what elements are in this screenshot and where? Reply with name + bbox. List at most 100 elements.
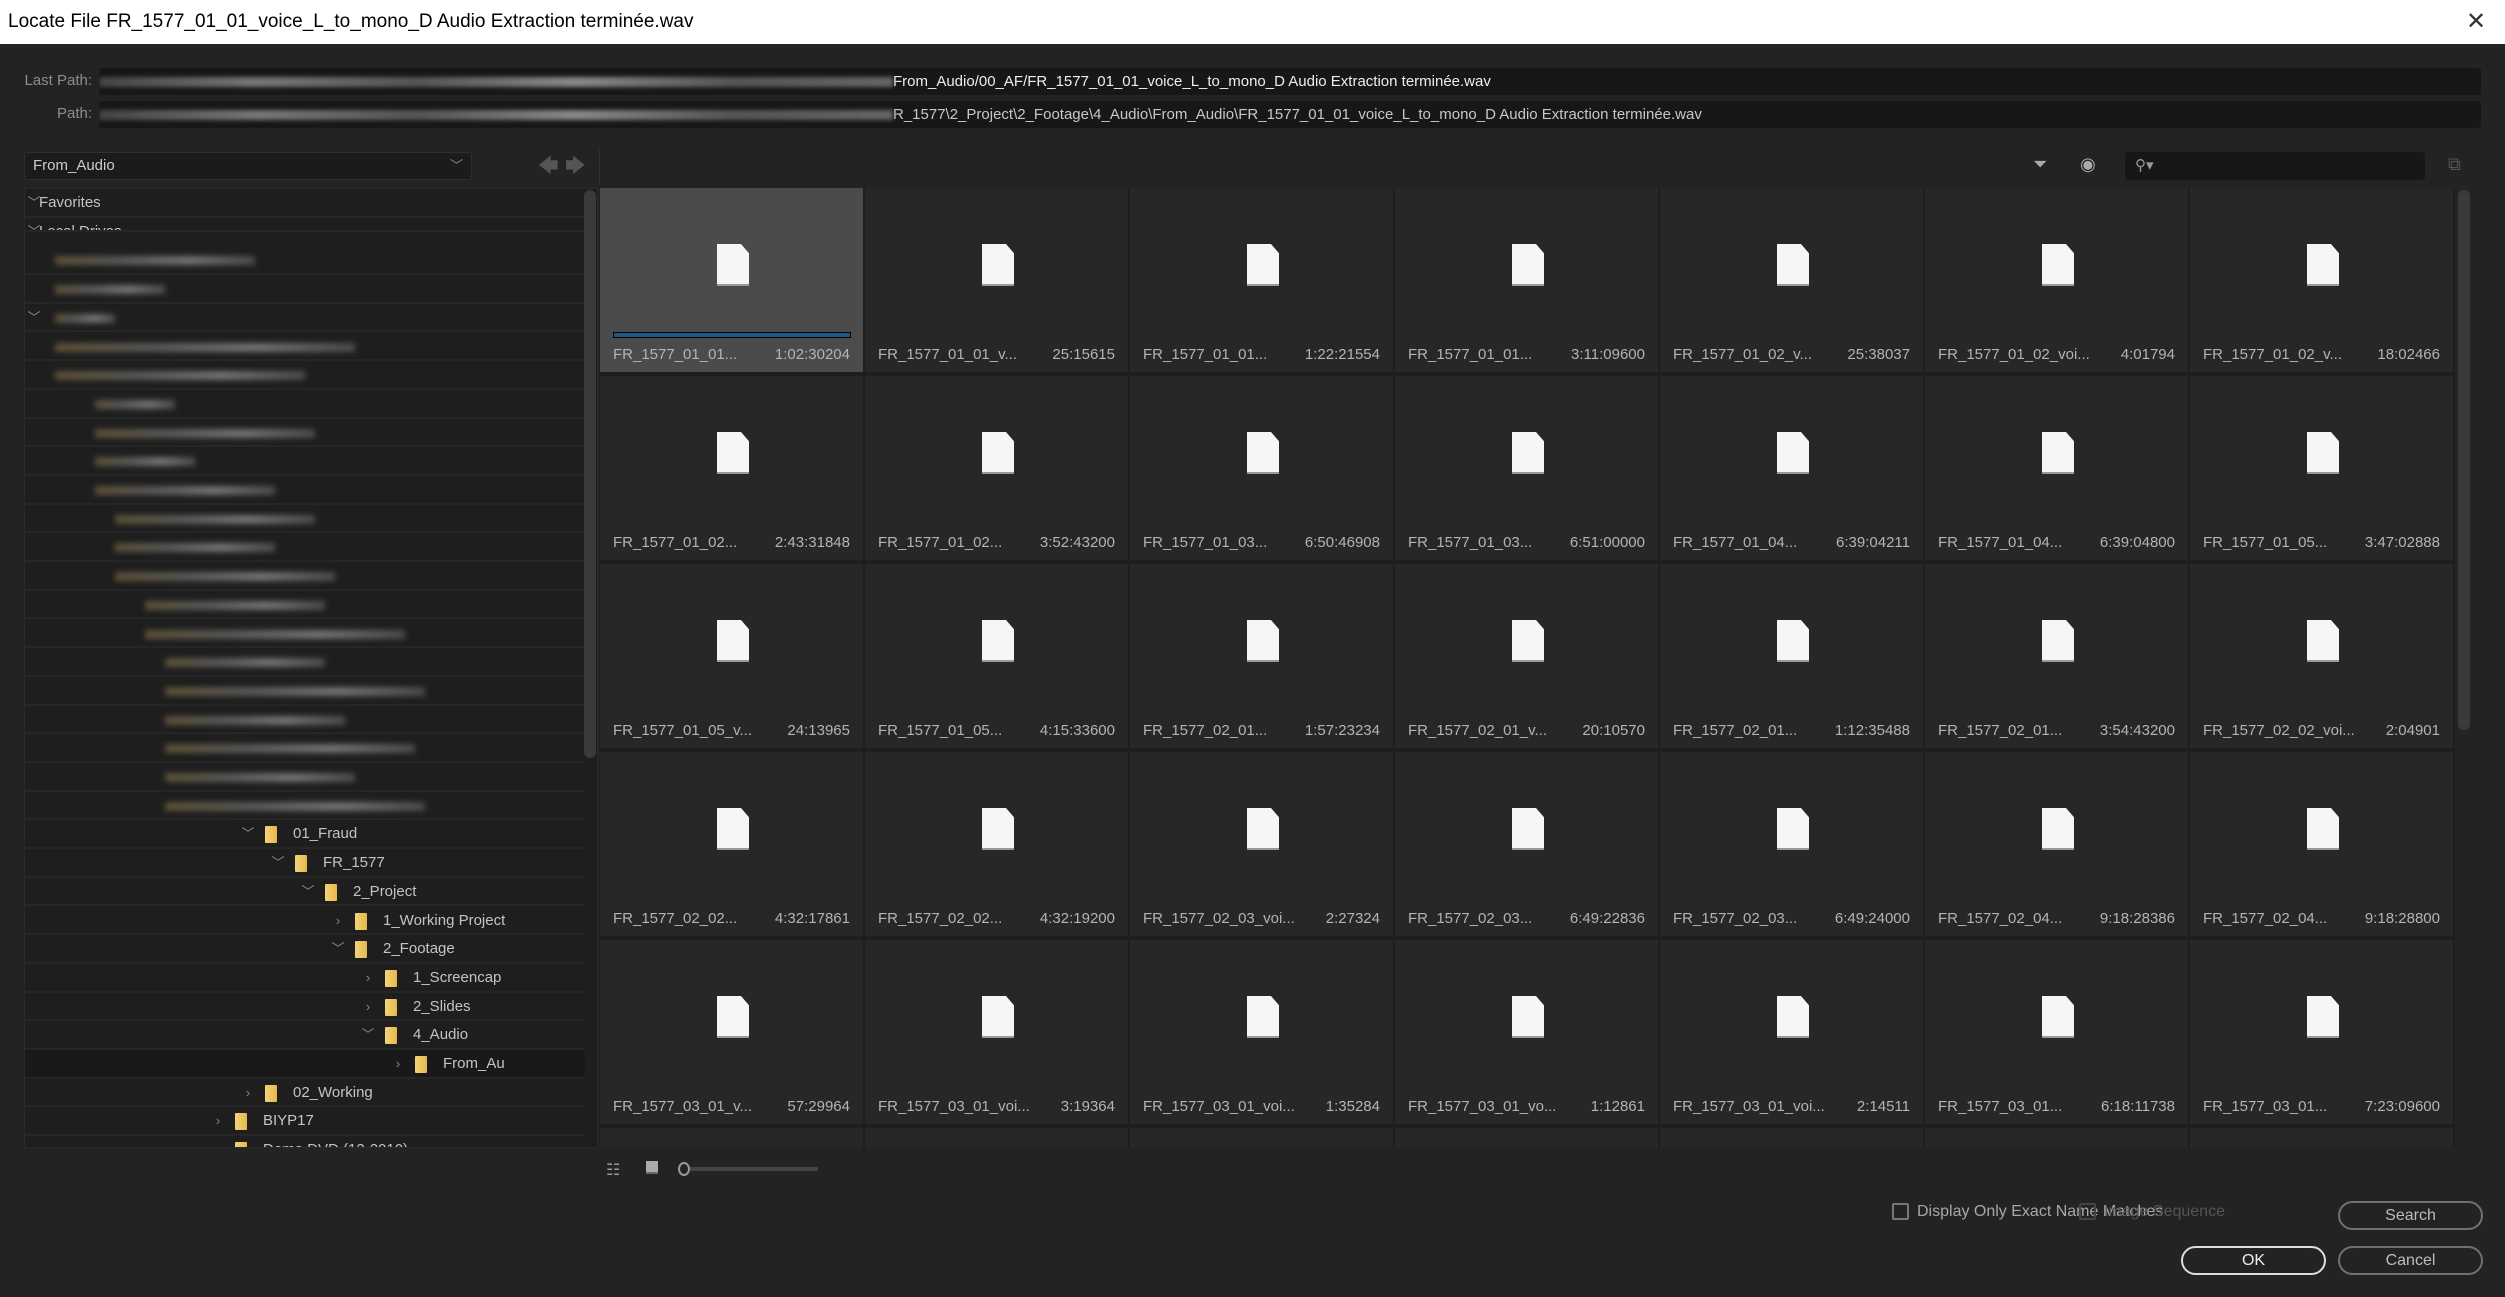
grid-scrollbar[interactable] [2458,190,2470,730]
file-item[interactable]: FR_1577_01_05... 3:47:02888 [2190,376,2454,562]
file-item[interactable]: FR_1577_02_01... 1:12:35488 [1660,564,1924,750]
file-item-partial[interactable] [1660,1128,1924,1148]
tree-item[interactable]: › 1_Screencap [25,964,585,993]
file-item[interactable]: FR_1577_01_01_v... 25:15615 [865,188,1129,374]
search-button[interactable]: Search [2338,1201,2483,1230]
tree-item-redacted[interactable] [25,361,585,390]
eye-icon[interactable]: ◉ [2080,154,2096,175]
file-item[interactable]: FR_1577_01_05_v... 24:13965 [600,564,864,750]
file-item[interactable]: FR_1577_01_02... 3:52:43200 [865,376,1129,562]
file-item-partial[interactable] [1395,1128,1659,1148]
chevron-down-icon[interactable]: ﹀ [271,849,285,876]
file-item[interactable]: FR_1577_03_01_vo... 1:12861 [1395,940,1659,1126]
file-item[interactable]: FR_1577_01_01... 1:22:21554 [1130,188,1394,374]
list-view-icon[interactable]: ☷ [606,1160,620,1180]
tree-item-redacted[interactable] [25,734,585,763]
chevron-right-icon[interactable]: › [241,1079,255,1106]
file-item-partial[interactable] [600,1128,864,1148]
tree-item-redacted[interactable] [25,763,585,792]
tree-item[interactable]: › BIYP17 [25,1107,585,1137]
zoom-slider-track[interactable] [690,1167,818,1171]
tree-item-redacted[interactable] [25,792,585,821]
tree-item-redacted[interactable] [25,419,585,448]
tree-item[interactable]: › 2_Slides [25,993,585,1022]
file-item[interactable]: FR_1577_01_04... 6:39:04800 [1925,376,2189,562]
chevron-down-icon[interactable]: ﹀ [27,304,41,331]
tree-item[interactable]: ﹀ 01_Fraud [25,820,585,850]
chevron-down-icon[interactable]: ﹀ [331,935,345,962]
tree-item-redacted[interactable] [25,390,585,419]
tree-item-redacted[interactable] [25,505,585,534]
file-item[interactable]: FR_1577_01_02... 2:43:31848 [600,376,864,562]
close-icon[interactable]: ✕ [2461,0,2491,44]
filter-icon[interactable]: ⏷ [2033,154,2047,175]
tree-item-redacted[interactable] [25,447,585,476]
tree-item[interactable]: ﹀ 2_Footage [25,935,585,964]
file-item[interactable]: FR_1577_03_01... 7:23:09600 [2190,940,2454,1126]
file-item[interactable]: FR_1577_01_03... 6:51:00000 [1395,376,1659,562]
tree-item[interactable]: › 1_Working Project [25,907,585,936]
forward-arrow-icon[interactable]: 🡆 [565,152,586,180]
file-item[interactable]: FR_1577_02_01... 1:57:23234 [1130,564,1394,750]
file-item[interactable]: FR_1577_03_01... 6:18:11738 [1925,940,2189,1126]
file-item[interactable]: FR_1577_01_03... 6:50:46908 [1130,376,1394,562]
chevron-down-icon[interactable]: ﹀ [241,820,255,847]
file-item-partial[interactable] [865,1128,1129,1148]
tree-item-redacted[interactable] [25,246,585,276]
file-item[interactable]: FR_1577_02_03... 6:49:24000 [1660,752,1924,938]
file-item[interactable]: FR_1577_02_02_voi... 2:04901 [2190,564,2454,750]
tree-favorites[interactable]: ﹀ Favorites [25,189,585,218]
file-item[interactable]: FR_1577_01_02_voi... 4:01794 [1925,188,2189,374]
chevron-down-icon[interactable]: ﹀ [301,878,315,905]
tree-scrollbar[interactable] [584,190,596,758]
location-dropdown[interactable]: From_Audio ﹀ [24,152,472,180]
file-item[interactable]: FR_1577_02_04... 9:18:28386 [1925,752,2189,938]
file-item[interactable]: FR_1577_01_02_v... 25:38037 [1660,188,1924,374]
file-item[interactable]: FR_1577_02_01_v... 20:10570 [1395,564,1659,750]
tree-item-redacted[interactable] [25,275,585,304]
chevron-right-icon[interactable]: › [361,993,375,1020]
file-item[interactable]: FR_1577_02_02... 4:32:17861 [600,752,864,938]
tree-item-redacted[interactable] [25,562,585,591]
file-item[interactable]: FR_1577_01_01... 3:11:09600 [1395,188,1659,374]
tree-item[interactable]: ﹀ 4_Audio [25,1021,585,1050]
tree-item[interactable]: › Demo DVD (12-2010) [25,1136,585,1147]
chevron-down-icon[interactable]: ﹀ [361,1021,375,1048]
link-media-icon[interactable]: ⧉ [2448,154,2461,175]
file-item[interactable]: FR_1577_02_03... 6:49:22836 [1395,752,1659,938]
file-item[interactable]: FR_1577_01_01... 1:02:30204 [600,188,864,374]
tree-item-redacted[interactable] [25,591,585,620]
file-item[interactable]: FR_1577_03_01_voi... 1:35284 [1130,940,1394,1126]
file-item[interactable]: FR_1577_02_02... 4:32:19200 [865,752,1129,938]
last-path-field[interactable]: From_Audio/00_AF/FR_1577_01_01_voice_L_t… [99,68,2481,95]
tree-local-drives[interactable]: ﹀ Local Drives [25,218,585,232]
file-item-partial[interactable] [1130,1128,1394,1148]
zoom-slider-handle[interactable] [678,1162,690,1176]
file-item-partial[interactable] [2190,1128,2454,1148]
file-item[interactable]: FR_1577_02_03_voi... 2:27324 [1130,752,1394,938]
tree-item-redacted[interactable] [25,648,585,677]
tree-item[interactable]: › From_Au [25,1050,585,1079]
tree-item[interactable]: ﹀ FR_1577 [25,849,585,878]
chevron-right-icon[interactable]: › [331,907,345,934]
tree-item[interactable]: › 02_Working [25,1079,585,1108]
tree-item-redacted[interactable] [25,620,585,649]
tree-item-redacted[interactable] [25,333,585,362]
search-input[interactable]: ⚲▾ [2125,152,2425,180]
file-item[interactable]: FR_1577_03_01_v... 57:29964 [600,940,864,1126]
file-item[interactable]: FR_1577_01_05... 4:15:33600 [865,564,1129,750]
tree-item-redacted[interactable] [25,476,585,505]
file-item[interactable]: FR_1577_02_04... 9:18:28800 [2190,752,2454,938]
tree-item-redacted[interactable]: ﹀ [25,304,585,333]
chevron-right-icon[interactable]: › [211,1136,225,1147]
file-item[interactable]: FR_1577_02_01... 3:54:43200 [1925,564,2189,750]
tree-item-redacted[interactable] [25,706,585,735]
path-field[interactable]: R_1577\2_Project\2_Footage\4_Audio\From_… [99,101,2481,128]
file-item-partial[interactable] [1925,1128,2189,1148]
file-item[interactable]: FR_1577_03_01_voi... 3:19364 [865,940,1129,1126]
file-item[interactable]: FR_1577_03_01_voi... 2:14511 [1660,940,1924,1126]
cancel-button[interactable]: Cancel [2338,1246,2483,1275]
chevron-right-icon[interactable]: › [361,964,375,991]
back-arrow-icon[interactable]: 🡄 [538,152,559,180]
tree-item[interactable]: ﹀ 2_Project [25,878,585,907]
